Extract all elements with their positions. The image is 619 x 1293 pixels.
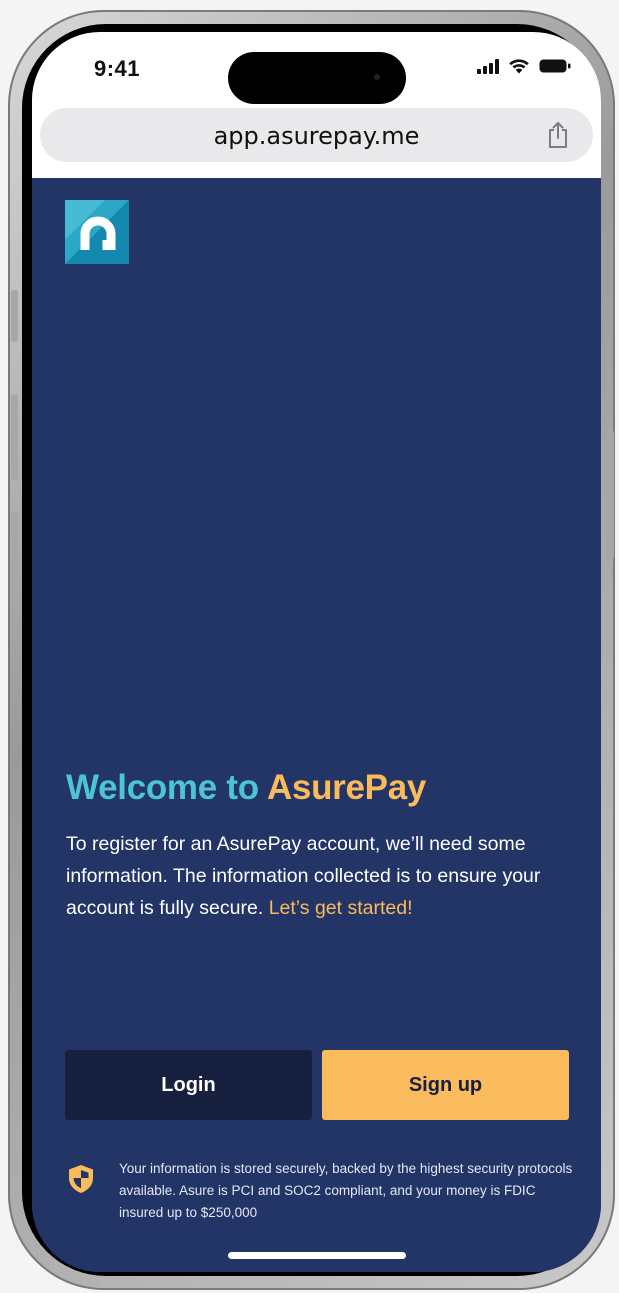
- address-bar[interactable]: app.asurepay.me: [40, 108, 593, 162]
- camera-dot: [374, 74, 380, 80]
- status-icons: [477, 58, 571, 74]
- cellular-signal-icon: [477, 58, 499, 74]
- phone-screen: 9:41 app.asurepay.me Welcome to AsurePay…: [32, 32, 601, 1272]
- share-icon[interactable]: [545, 121, 571, 149]
- welcome-title-brand: AsurePay: [266, 768, 427, 807]
- get-started-text: Let’s get started!: [268, 897, 413, 919]
- intro-paragraph: To register for an AsurePay account, we’…: [66, 828, 566, 924]
- status-time: 9:41: [94, 56, 141, 81]
- home-indicator[interactable]: [228, 1252, 406, 1259]
- dynamic-island: [228, 52, 406, 104]
- signup-button[interactable]: Sign up: [322, 1050, 569, 1120]
- wifi-icon: [509, 59, 529, 74]
- url-text[interactable]: app.asurepay.me: [40, 122, 593, 150]
- battery-icon: [539, 59, 571, 73]
- browser-chrome: 9:41 app.asurepay.me: [32, 32, 601, 178]
- security-text: Your information is stored securely, bac…: [119, 1161, 573, 1220]
- volume-up-button: [11, 394, 18, 480]
- welcome-title-prefix: Welcome to: [66, 768, 259, 807]
- power-button: [607, 430, 614, 560]
- login-button[interactable]: Login: [65, 1050, 312, 1120]
- asurepay-logo: [65, 200, 129, 264]
- welcome-screen: Welcome to AsurePay To register for an A…: [32, 178, 601, 1272]
- welcome-title: Welcome to AsurePay: [66, 768, 426, 808]
- shield-icon: [69, 1165, 93, 1193]
- silent-switch: [11, 290, 18, 342]
- volume-down-button: [11, 512, 18, 598]
